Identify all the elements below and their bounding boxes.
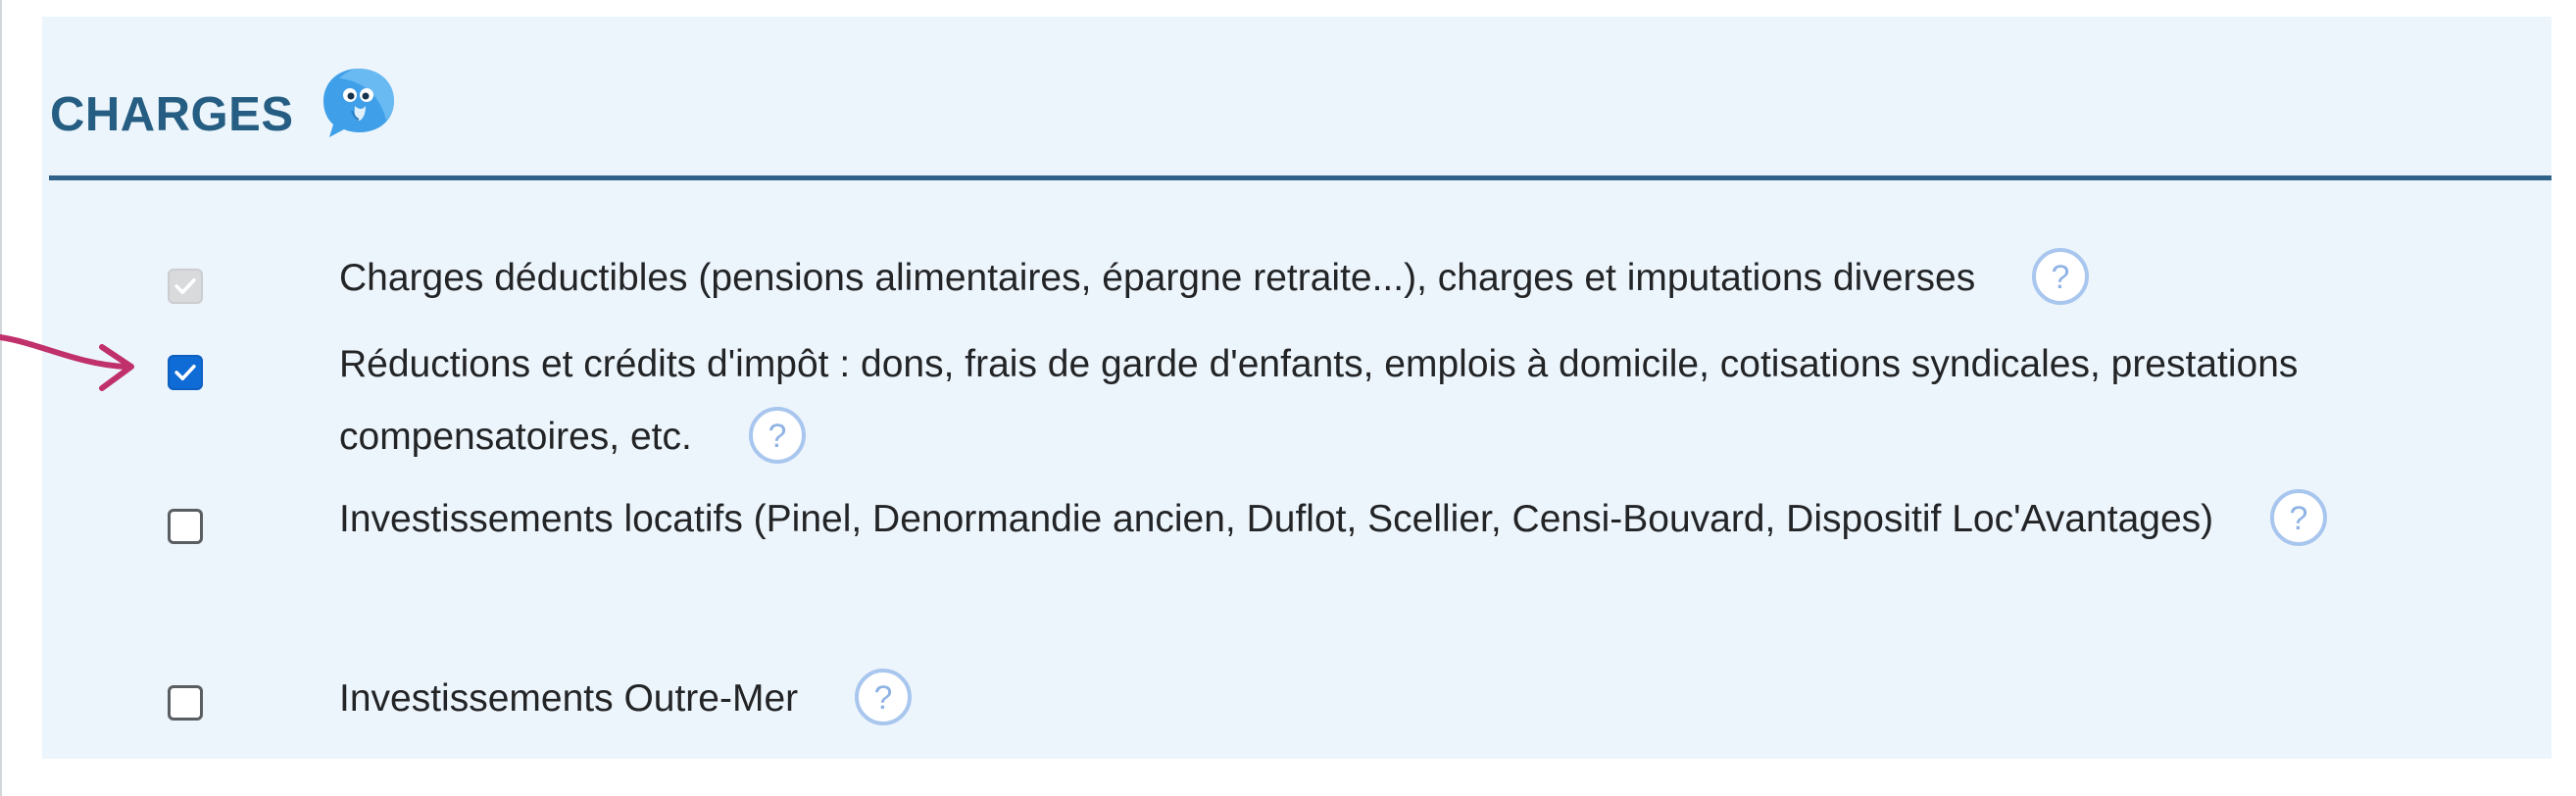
- checkbox-reductions-credits[interactable]: [168, 355, 203, 390]
- checkmark-icon: [174, 278, 196, 294]
- question-mark-icon[interactable]: ?: [2268, 487, 2329, 548]
- item-investissements-locatifs: Investissements locatifs (Pinel, Denorma…: [339, 483, 2535, 556]
- svg-text:?: ?: [2290, 500, 2308, 537]
- charges-panel: CHARGES Charges déductibles (pensions al…: [42, 17, 2551, 759]
- item-investissements-outre-mer: Investissements Outre-Mer ?: [339, 663, 2535, 735]
- section-title: CHARGES: [50, 88, 294, 141]
- question-mark-icon[interactable]: ?: [747, 405, 808, 466]
- mascot-bubble-icon: [322, 69, 394, 137]
- item-label: Investissements Outre-Mer: [339, 677, 799, 720]
- item-reductions-credits: Réductions et crédits d'impôt : dons, fr…: [339, 328, 2535, 473]
- section-header: CHARGES: [50, 69, 398, 144]
- item-label: Réductions et crédits d'impôt : dons, fr…: [339, 343, 2299, 458]
- svg-text:?: ?: [874, 679, 893, 717]
- curved-arrow-icon: [0, 334, 134, 391]
- item-label: Investissements locatifs (Pinel, Denorma…: [339, 498, 2214, 540]
- checkbox-charges-deductibles[interactable]: [168, 269, 203, 304]
- checkbox-investissements-locatifs[interactable]: [168, 509, 203, 544]
- question-mark-icon[interactable]: ?: [853, 667, 914, 727]
- section-divider: [49, 175, 2551, 180]
- question-mark-icon[interactable]: ?: [2030, 246, 2091, 307]
- item-label: Charges déductibles (pensions alimentair…: [339, 257, 1976, 299]
- checkbox-investissements-outre-mer[interactable]: [168, 685, 203, 721]
- checkmark-icon: [174, 365, 196, 380]
- svg-text:?: ?: [768, 418, 786, 455]
- svg-text:?: ?: [2052, 259, 2070, 296]
- item-charges-deductibles: Charges déductibles (pensions alimentair…: [339, 242, 2535, 315]
